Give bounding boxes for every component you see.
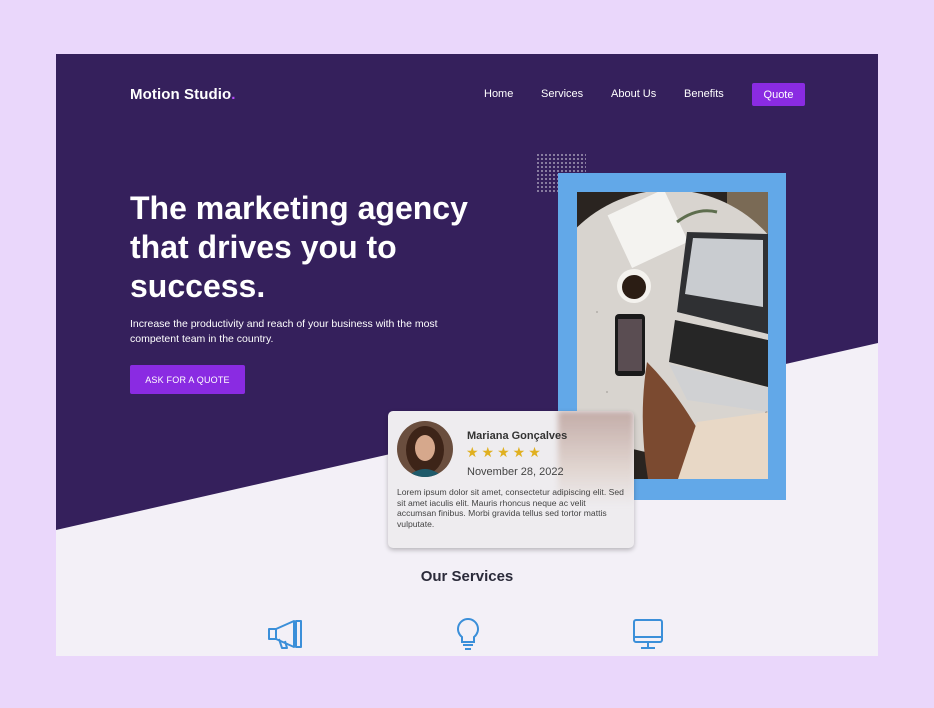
review-date: November 28, 2022 (467, 466, 564, 478)
lightbulb-icon (454, 616, 482, 656)
nav-services[interactable]: Services (541, 88, 583, 100)
reviewer-name: Mariana Gonçalves (467, 430, 568, 442)
rating-stars: ★★★★★ (466, 444, 544, 460)
brand-logo[interactable]: Motion Studio. (130, 86, 236, 103)
avatar (397, 421, 453, 477)
megaphone-icon (267, 616, 305, 656)
landing-page: Motion Studio. Home Services About Us Be… (56, 54, 878, 656)
quote-button[interactable]: Quote (752, 83, 805, 106)
monitor-icon (631, 616, 665, 656)
ask-for-quote-button[interactable]: ASK FOR A QUOTE (130, 365, 245, 394)
nav-benefits[interactable]: Benefits (684, 88, 724, 100)
hero-headline: The marketing agency that drives you to … (130, 190, 468, 304)
review-text: Lorem ipsum dolor sit amet, consectetur … (397, 487, 624, 529)
review-card: Mariana Gonçalves ★★★★★ November 28, 202… (388, 411, 634, 548)
services-title: Our Services (420, 568, 514, 585)
nav-home[interactable]: Home (484, 88, 513, 100)
hero-subtext: Increase the productivity and reach of y… (130, 318, 438, 345)
nav-about-us[interactable]: About Us (611, 88, 656, 100)
